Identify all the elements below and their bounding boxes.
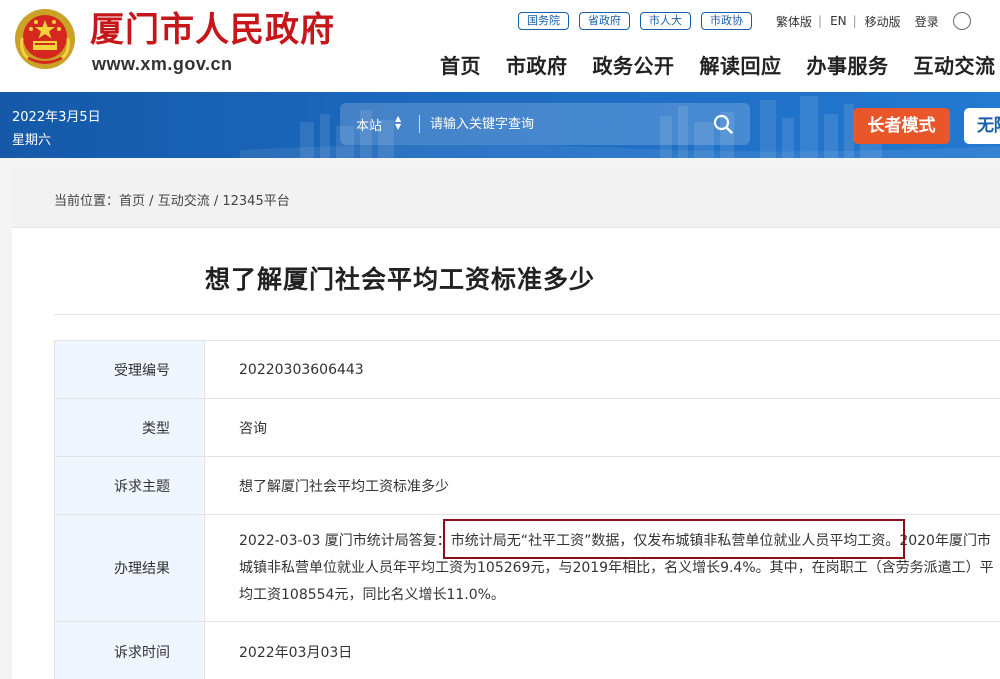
table-row: 诉求时间 2022年03月03日 (54, 621, 1000, 679)
search-input[interactable] (430, 114, 690, 134)
nav-services[interactable]: 办事服务 (807, 50, 889, 79)
breadcrumb-separator: / (209, 194, 223, 209)
handling-result-text: 2022-03-03 厦门市统计局答复：市统计局无“社平工资”数据，仅发布城镇非… (239, 532, 994, 603)
traditional-chinese-link[interactable]: 繁体版 (776, 13, 812, 30)
accessibility-button[interactable]: 无障碍 (964, 108, 1000, 144)
link-provincial-gov[interactable]: 省政府 (579, 12, 630, 30)
nav-interpretation[interactable]: 解读回应 (700, 50, 782, 79)
link-peoples-congress[interactable]: 市人大 (640, 12, 691, 30)
elder-mode-button[interactable]: 长者模式 (853, 108, 950, 144)
content-panel: 当前位置：首页 / 互动交流 / 12345平台 想了解厦门社会平均工资标准多少… (12, 168, 1000, 679)
table-row: 类型 咨询 (54, 398, 1000, 457)
nav-government-affairs[interactable]: 政务公开 (593, 50, 675, 79)
page-title: 想了解厦门社会平均工资标准多少 (204, 265, 595, 294)
field-value: 咨询 (204, 398, 1000, 457)
field-value: 20220303606443 (204, 340, 1000, 399)
search-icon[interactable] (712, 113, 734, 135)
breadcrumb-interaction[interactable]: 互动交流 (158, 194, 210, 209)
search-banner: 2022年3月5日 星期六 本站 ▲▼ 长者模式 无障碍 (0, 92, 1000, 158)
search-scope-select[interactable]: 本站 (356, 115, 382, 134)
result-cell: 2022-03-03 厦门市统计局答复：市统计局无“社平工资”数据，仅发布城镇非… (204, 514, 1000, 622)
login-link[interactable]: 登录 (915, 13, 939, 30)
table-row: 受理编号 20220303606443 (54, 340, 1000, 399)
divider (54, 314, 1000, 315)
search-divider (419, 115, 420, 133)
field-label: 诉求时间 (54, 621, 205, 679)
mobile-version-link[interactable]: 移动版 (865, 13, 901, 30)
updown-arrow-icon[interactable]: ▲ ▼ (395, 115, 401, 131)
current-date: 2022年3月5日 (12, 110, 101, 125)
site-header: 厦门市人民政府 www.xm.gov.cn 国务院 省政府 市人大 市政协 繁体… (0, 0, 1000, 92)
separator: | (818, 14, 823, 28)
breadcrumb-bar: 当前位置：首页 / 互动交流 / 12345平台 (12, 168, 1000, 228)
top-links: 国务院 省政府 市人大 市政协 繁体版 | EN | 移动版 登录 (518, 11, 971, 31)
field-label: 受理编号 (54, 340, 205, 399)
field-value: 想了解厦门社会平均工资标准多少 (204, 456, 1000, 515)
link-state-council[interactable]: 国务院 (518, 12, 569, 30)
main-nav: 首页 市政府 政务公开 解读回应 办事服务 互动交流 (440, 50, 1000, 79)
field-label: 类型 (54, 398, 205, 457)
english-link[interactable]: EN (830, 14, 847, 28)
national-emblem-icon (15, 9, 75, 69)
request-detail-table: 受理编号 20220303606443 类型 咨询 诉求主题 想了解厦门社会平均… (54, 340, 1000, 679)
table-row: 办理结果 2022-03-03 厦门市统计局答复：市统计局无“社平工资”数据，仅… (54, 514, 1000, 622)
breadcrumb: 当前位置：首页 / 互动交流 / 12345平台 (54, 190, 290, 209)
separator: | (852, 14, 857, 28)
user-icon[interactable] (952, 12, 971, 30)
breadcrumb-prefix: 当前位置： (54, 194, 120, 209)
site-name[interactable]: 厦门市人民政府 (90, 10, 335, 50)
site-url: www.xm.gov.cn (92, 54, 233, 74)
search-bar: 本站 ▲ ▼ (340, 103, 750, 145)
link-cppcc[interactable]: 市政协 (701, 12, 752, 30)
nav-city-government[interactable]: 市政府 (506, 50, 568, 79)
current-weekday: 星期六 (12, 133, 52, 148)
field-label: 办理结果 (54, 514, 205, 622)
field-label: 诉求主题 (54, 456, 205, 515)
nav-home[interactable]: 首页 (440, 50, 481, 79)
nav-interaction[interactable]: 互动交流 (914, 50, 996, 79)
breadcrumb-home[interactable]: 首页 (119, 194, 145, 209)
breadcrumb-12345[interactable]: 12345平台 (222, 194, 289, 209)
breadcrumb-separator: / (145, 194, 158, 209)
table-row: 诉求主题 想了解厦门社会平均工资标准多少 (54, 456, 1000, 515)
field-value: 2022年03月03日 (204, 621, 1000, 679)
